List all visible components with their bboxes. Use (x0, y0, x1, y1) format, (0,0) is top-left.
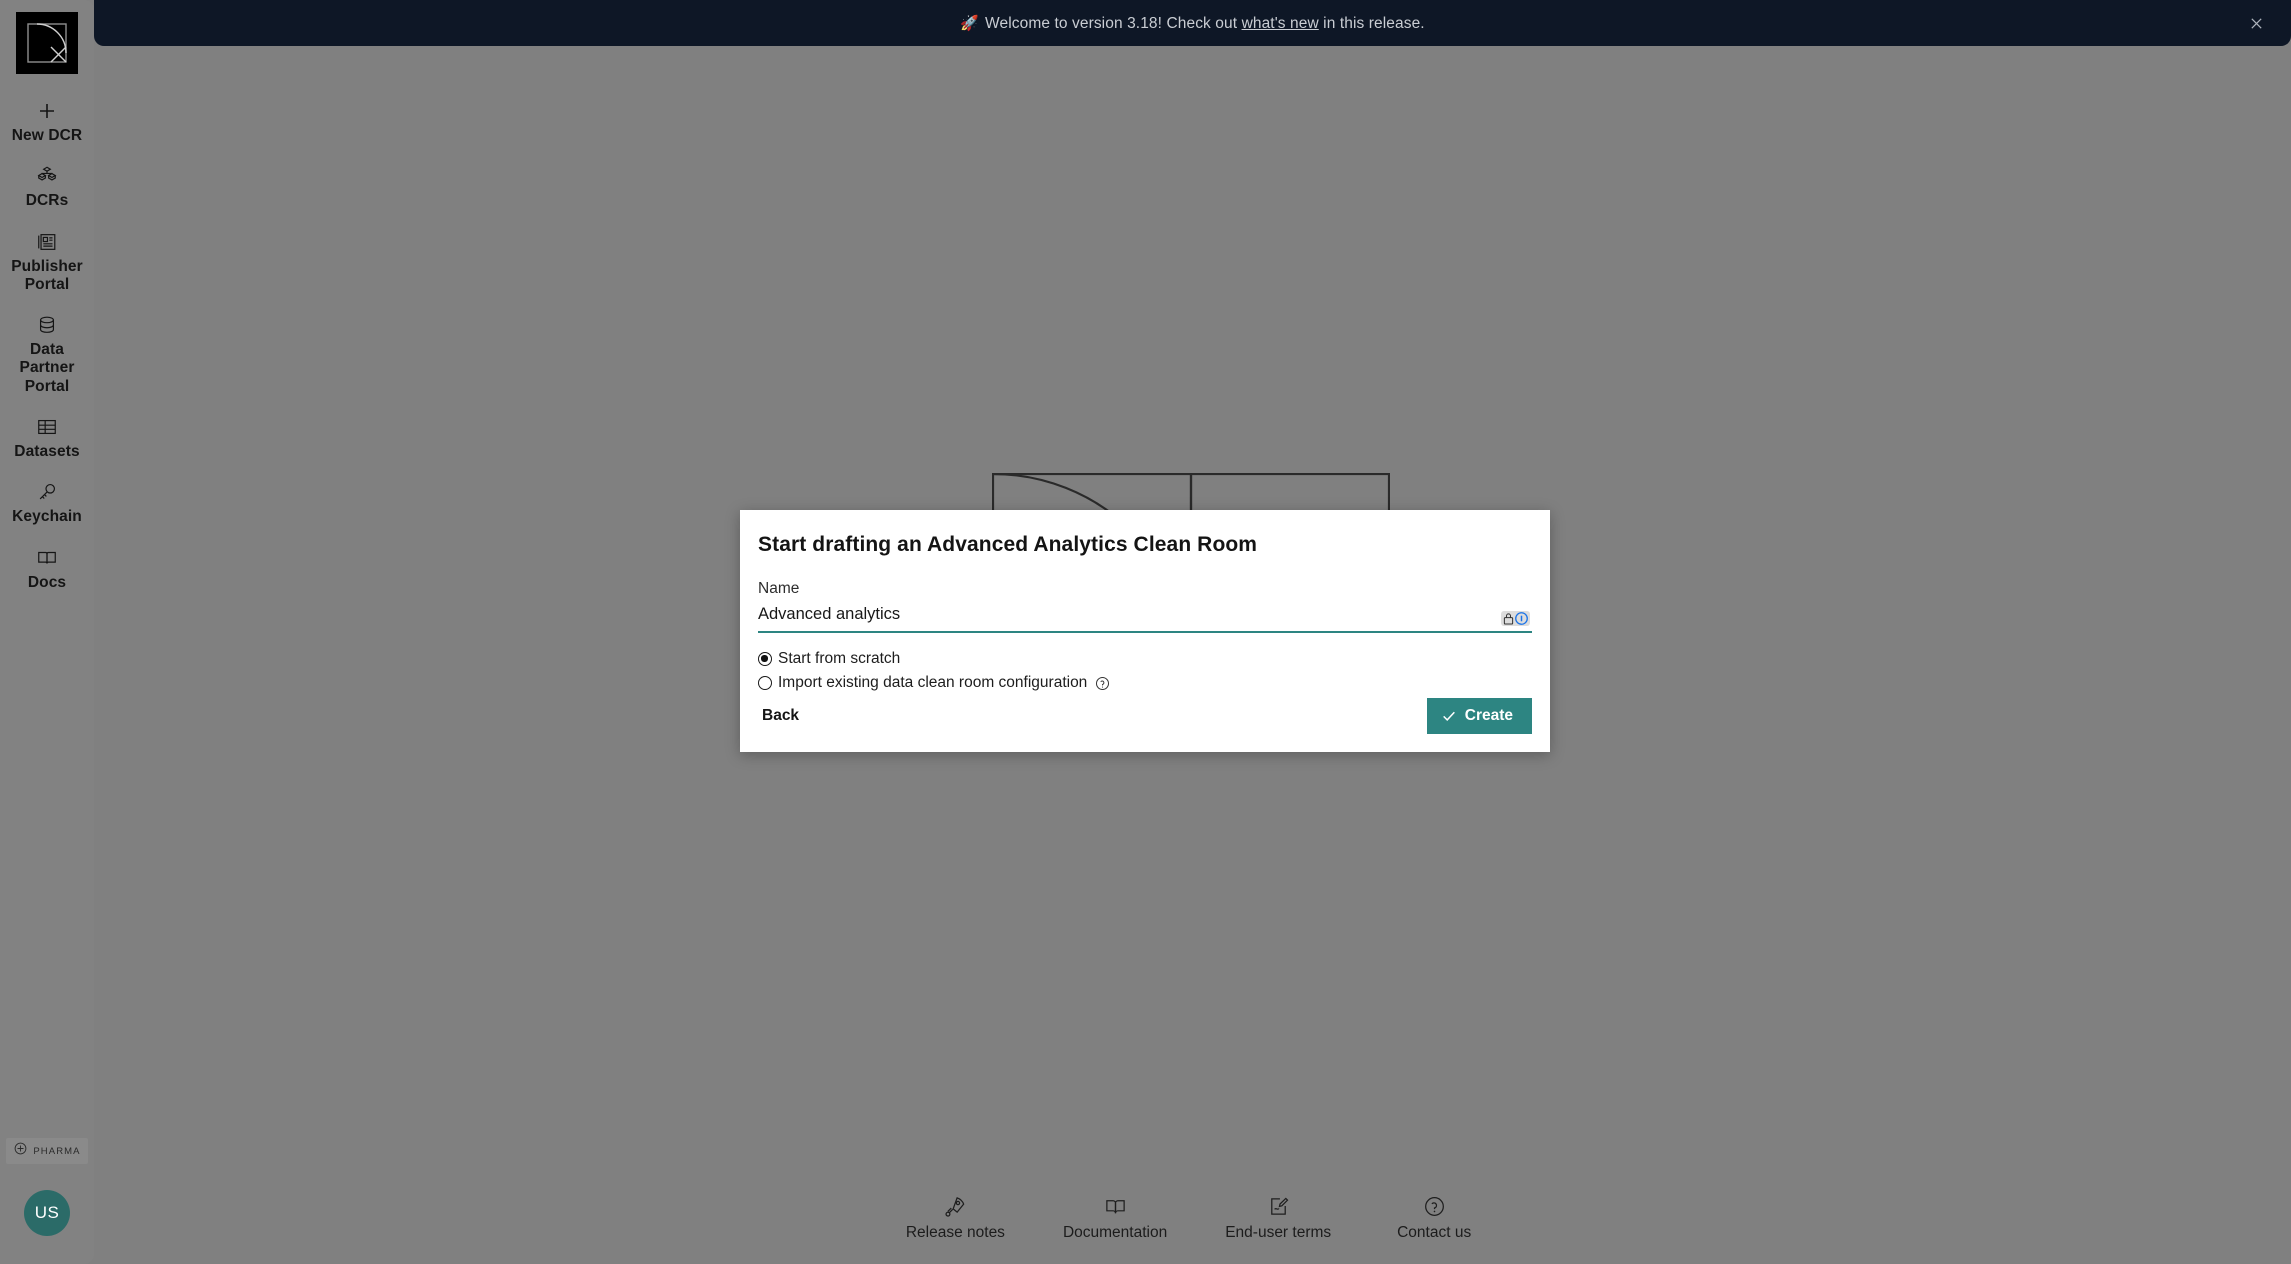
book-icon (36, 545, 58, 571)
radio-option-import-configuration[interactable]: Import existing data clean room configur… (758, 674, 1532, 692)
banner-message: 🚀 Welcome to version 3.18! Check out what… (960, 14, 1424, 33)
cubes-icon (36, 163, 58, 189)
question-circle-icon (1423, 1193, 1446, 1219)
back-button[interactable]: Back (758, 701, 803, 731)
modal-title: Start drafting an Advanced Analytics Cle… (758, 533, 1258, 556)
sidebar-item-label: Data Partner Portal (19, 341, 75, 395)
footer-item-end-user-terms[interactable]: End-user terms (1225, 1193, 1331, 1242)
decentriq-logo[interactable] (16, 12, 78, 74)
lock-icon (1503, 613, 1514, 625)
org-badge[interactable]: PHARMA (6, 1138, 88, 1164)
newspaper-icon (36, 229, 58, 255)
create-button[interactable]: Create (1426, 698, 1532, 734)
sidebar-item-data-partner-portal[interactable]: Data Partner Portal (0, 304, 94, 406)
create-clean-room-modal: Start drafting an Advanced Analytics Cle… (740, 510, 1550, 752)
avatar-initials: US (34, 1203, 60, 1222)
footer-links: Release notes Documentation End-user ter… (94, 1193, 2291, 1242)
org-badge-label: PHARMA (33, 1145, 81, 1157)
sidebar-item-label: New DCR (11, 127, 83, 144)
table-icon (36, 414, 58, 440)
sidebar-item-new-dcr[interactable]: New DCR (0, 90, 94, 155)
plus-icon (37, 98, 57, 124)
logo-mark (27, 23, 67, 63)
radio-label: Start from scratch (778, 650, 901, 667)
avatar[interactable]: US (24, 1190, 70, 1236)
footer-item-label: End-user terms (1225, 1224, 1332, 1241)
name-input-row (758, 603, 1532, 633)
check-icon (1442, 711, 1455, 721)
cross-circle-icon (13, 1141, 28, 1161)
sidebar-item-label: DCRs (25, 192, 69, 210)
name-input[interactable] (758, 603, 1532, 631)
sidebar-item-label: Docs (27, 573, 67, 591)
sidebar-item-keychain[interactable]: Keychain (0, 471, 94, 536)
banner-text-after: in this release. (1318, 14, 1425, 32)
whats-new-link[interactable]: what's new (1242, 15, 1319, 32)
browser-autofill-indicator[interactable] (1501, 611, 1530, 626)
close-icon[interactable] (2243, 10, 2269, 36)
sidebar-item-publisher-portal[interactable]: Publisher Portal (0, 221, 94, 305)
start-mode-radio-group: Start from scratch Import existing data … (758, 650, 1532, 698)
rocket-icon (944, 1193, 967, 1219)
sidebar-item-label: Publisher Portal (11, 257, 83, 293)
radio-indicator[interactable] (758, 652, 772, 666)
radio-option-start-from-scratch[interactable]: Start from scratch (758, 650, 1532, 668)
database-icon (36, 312, 58, 338)
rocket-icon: 🚀 (960, 14, 980, 32)
radio-indicator[interactable] (758, 676, 772, 690)
footer-item-documentation[interactable]: Documentation (1063, 1193, 1167, 1242)
sidebar-nav: New DCR DCRs Publisher Portal Data Partn… (0, 90, 94, 602)
sidebar-footer: PHARMA US (0, 1138, 94, 1264)
footer-item-label: Contact us (1397, 1224, 1472, 1241)
sidebar-item-datasets[interactable]: Datasets (0, 406, 94, 471)
footer-item-label: Documentation (1062, 1224, 1168, 1241)
info-circle-icon (1515, 612, 1528, 625)
sidebar-item-label: Keychain (12, 508, 82, 526)
name-field-label: Name (758, 580, 800, 597)
key-icon (36, 479, 58, 505)
release-banner: 🚀 Welcome to version 3.18! Check out what… (94, 0, 2291, 46)
sidebar-item-label: Datasets (14, 442, 80, 460)
radio-label: Import existing data clean room configur… (778, 674, 1088, 691)
create-button-label: Create (1464, 707, 1513, 724)
modal-footer: Back Create (758, 698, 1532, 756)
footer-item-contact-us[interactable]: Contact us (1389, 1193, 1479, 1242)
book-open-icon (1104, 1193, 1127, 1219)
sidebar-item-dcrs[interactable]: DCRs (0, 155, 94, 220)
question-circle-icon[interactable] (1095, 676, 1110, 691)
left-sidebar: New DCR DCRs Publisher Portal Data Partn… (0, 0, 94, 1264)
footer-item-label: Release notes (905, 1224, 1005, 1241)
footer-item-release-notes[interactable]: Release notes (906, 1193, 1005, 1242)
document-signature-icon (1267, 1193, 1290, 1219)
banner-text-before: Welcome to version 3.18! Check out (985, 14, 1242, 32)
sidebar-item-docs[interactable]: Docs (0, 537, 94, 602)
app-root: New DCR DCRs Publisher Portal Data Partn… (0, 0, 2291, 1264)
